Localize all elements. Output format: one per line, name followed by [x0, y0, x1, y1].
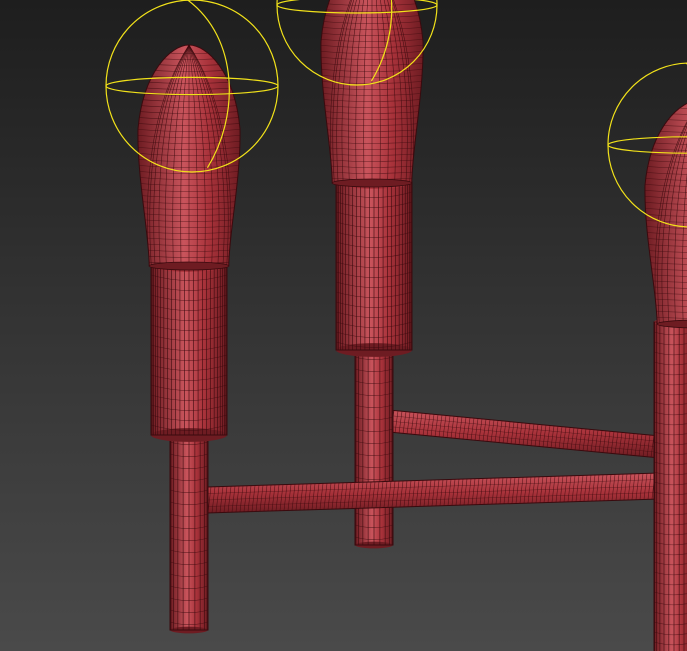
right-sleeve: [653, 318, 687, 651]
center-sleeve: [335, 175, 413, 357]
center-bulb-base-ring: [331, 178, 413, 188]
right-sleeve-body: [654, 322, 687, 651]
left-bulb-base-ring: [148, 261, 230, 271]
center-stem: [354, 341, 394, 549]
viewport-canvas[interactable]: [0, 0, 687, 651]
3d-viewport[interactable]: [0, 0, 687, 651]
left-stem: [169, 426, 209, 634]
center-bulb: [320, 0, 424, 188]
left-sleeve: [150, 258, 228, 442]
